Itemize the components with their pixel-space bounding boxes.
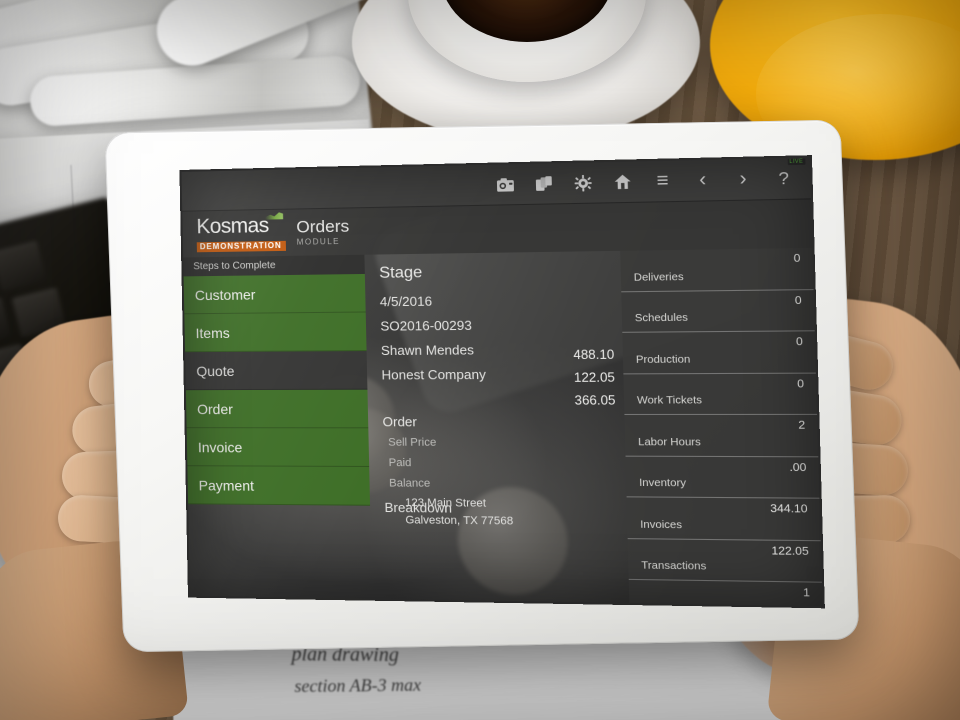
- metric-row-labor-hours[interactable]: 2 Labor Hours: [624, 414, 819, 457]
- step-item-payment[interactable]: Payment: [187, 466, 371, 506]
- sell-price-label: Sell Price: [388, 436, 437, 449]
- metric-row-production[interactable]: 0 Production: [622, 331, 816, 374]
- step-item-order[interactable]: Order: [185, 389, 369, 429]
- steps-panel-header: Steps to Complete: [183, 254, 365, 277]
- step-item-items[interactable]: Items: [184, 312, 367, 353]
- step-item-invoice[interactable]: Invoice: [186, 428, 370, 468]
- hamburger-menu-icon[interactable]: ≡: [651, 169, 673, 193]
- balance-value: 366.05: [574, 393, 616, 408]
- metric-row-transactions[interactable]: 122.05 Transactions: [627, 538, 822, 583]
- metric-value: 2: [798, 419, 806, 432]
- metric-label: Transactions: [641, 559, 707, 573]
- duplicate-icon[interactable]: [533, 173, 555, 194]
- customer-address: 123 Main Street Galveston, TX 77568: [405, 495, 514, 530]
- chevron-right-icon[interactable]: ›: [732, 168, 755, 191]
- metric-row-work-tickets[interactable]: 0 Work Tickets: [623, 373, 818, 416]
- step-item-customer[interactable]: Customer: [183, 273, 366, 315]
- chevron-right-glyph: ›: [739, 168, 747, 191]
- metric-row-deliveries[interactable]: 0 Deliveries: [620, 247, 814, 292]
- help-icon[interactable]: ?: [772, 168, 795, 189]
- metric-value: 1: [802, 586, 811, 600]
- metric-label: Invoices: [640, 517, 683, 531]
- metric-value: 0: [797, 377, 805, 391]
- paid-label: Paid: [388, 456, 412, 470]
- stage-label: Stage: [378, 264, 423, 282]
- metric-row-inventory[interactable]: .00 Inventory: [625, 456, 820, 499]
- order-amounts: 488.10 122.05 366.05: [573, 347, 616, 416]
- metric-value: 122.05: [771, 544, 809, 558]
- note-line-2: section AB-3 max: [294, 674, 422, 696]
- module-heading: Orders MODULE: [296, 216, 350, 247]
- metric-label: Schedules: [634, 311, 689, 325]
- metric-value: 344.10: [770, 502, 808, 516]
- paid-value: 122.05: [573, 370, 616, 385]
- camera-icon[interactable]: [494, 174, 516, 195]
- address-line-2: Galveston, TX 77568: [405, 513, 514, 528]
- metric-value: 0: [793, 252, 801, 266]
- app-body: Steps to Complete Customer Items Quote O…: [183, 247, 823, 607]
- metric-label: Production: [635, 352, 691, 366]
- help-glyph: ?: [778, 168, 790, 189]
- metric-label: eForms: [642, 601, 681, 607]
- brand-badge: DEMONSTRATION: [196, 240, 286, 252]
- sell-price-value: 488.10: [573, 347, 615, 363]
- module-subtitle: MODULE: [296, 236, 341, 247]
- order-number: SO2016-00293: [380, 317, 472, 334]
- hamburger-glyph: ≡: [656, 169, 669, 193]
- metric-label: Deliveries: [633, 270, 684, 284]
- order-section-label: Order: [382, 414, 418, 430]
- tablet-screen: LIVE ≡ ‹ › ? Kosmas DEMONSTRATION Orders…: [181, 157, 823, 607]
- metric-row-schedules[interactable]: 0 Schedules: [621, 289, 815, 333]
- metric-label: Inventory: [638, 476, 687, 490]
- tablet-device: LIVE ≡ ‹ › ? Kosmas DEMONSTRATION Orders…: [104, 119, 860, 653]
- balance-label: Balance: [388, 477, 431, 490]
- order-date: 4/5/2016: [379, 293, 433, 310]
- status-badge: LIVE: [787, 158, 806, 166]
- metric-row-invoices[interactable]: 344.10 Invoices: [626, 497, 821, 541]
- metrics-panel: 0 Deliveries 0 Schedules 0 Production 0 …: [620, 247, 823, 607]
- metric-row-eforms[interactable]: 1 eForms: [628, 579, 823, 607]
- chevron-left-icon[interactable]: ‹: [691, 169, 713, 192]
- metric-value: .00: [789, 460, 807, 474]
- chevron-left-glyph: ‹: [698, 169, 707, 192]
- app-logo[interactable]: Kosmas DEMONSTRATION: [196, 214, 286, 253]
- metric-value: 0: [794, 293, 802, 307]
- home-icon[interactable]: [612, 171, 634, 192]
- step-item-quote[interactable]: Quote: [185, 351, 368, 391]
- metric-label: Labor Hours: [637, 435, 701, 449]
- detail-panel: Stage 4/5/2016 SO2016-00293 Shawn Mendes…: [364, 251, 629, 603]
- gear-icon[interactable]: [572, 172, 594, 193]
- metric-label: Work Tickets: [636, 394, 703, 407]
- module-title: Orders: [296, 216, 350, 237]
- metric-value: 0: [795, 335, 803, 349]
- address-line-1: 123 Main Street: [404, 496, 487, 510]
- steps-panel: Steps to Complete Customer Items Quote O…: [183, 254, 372, 599]
